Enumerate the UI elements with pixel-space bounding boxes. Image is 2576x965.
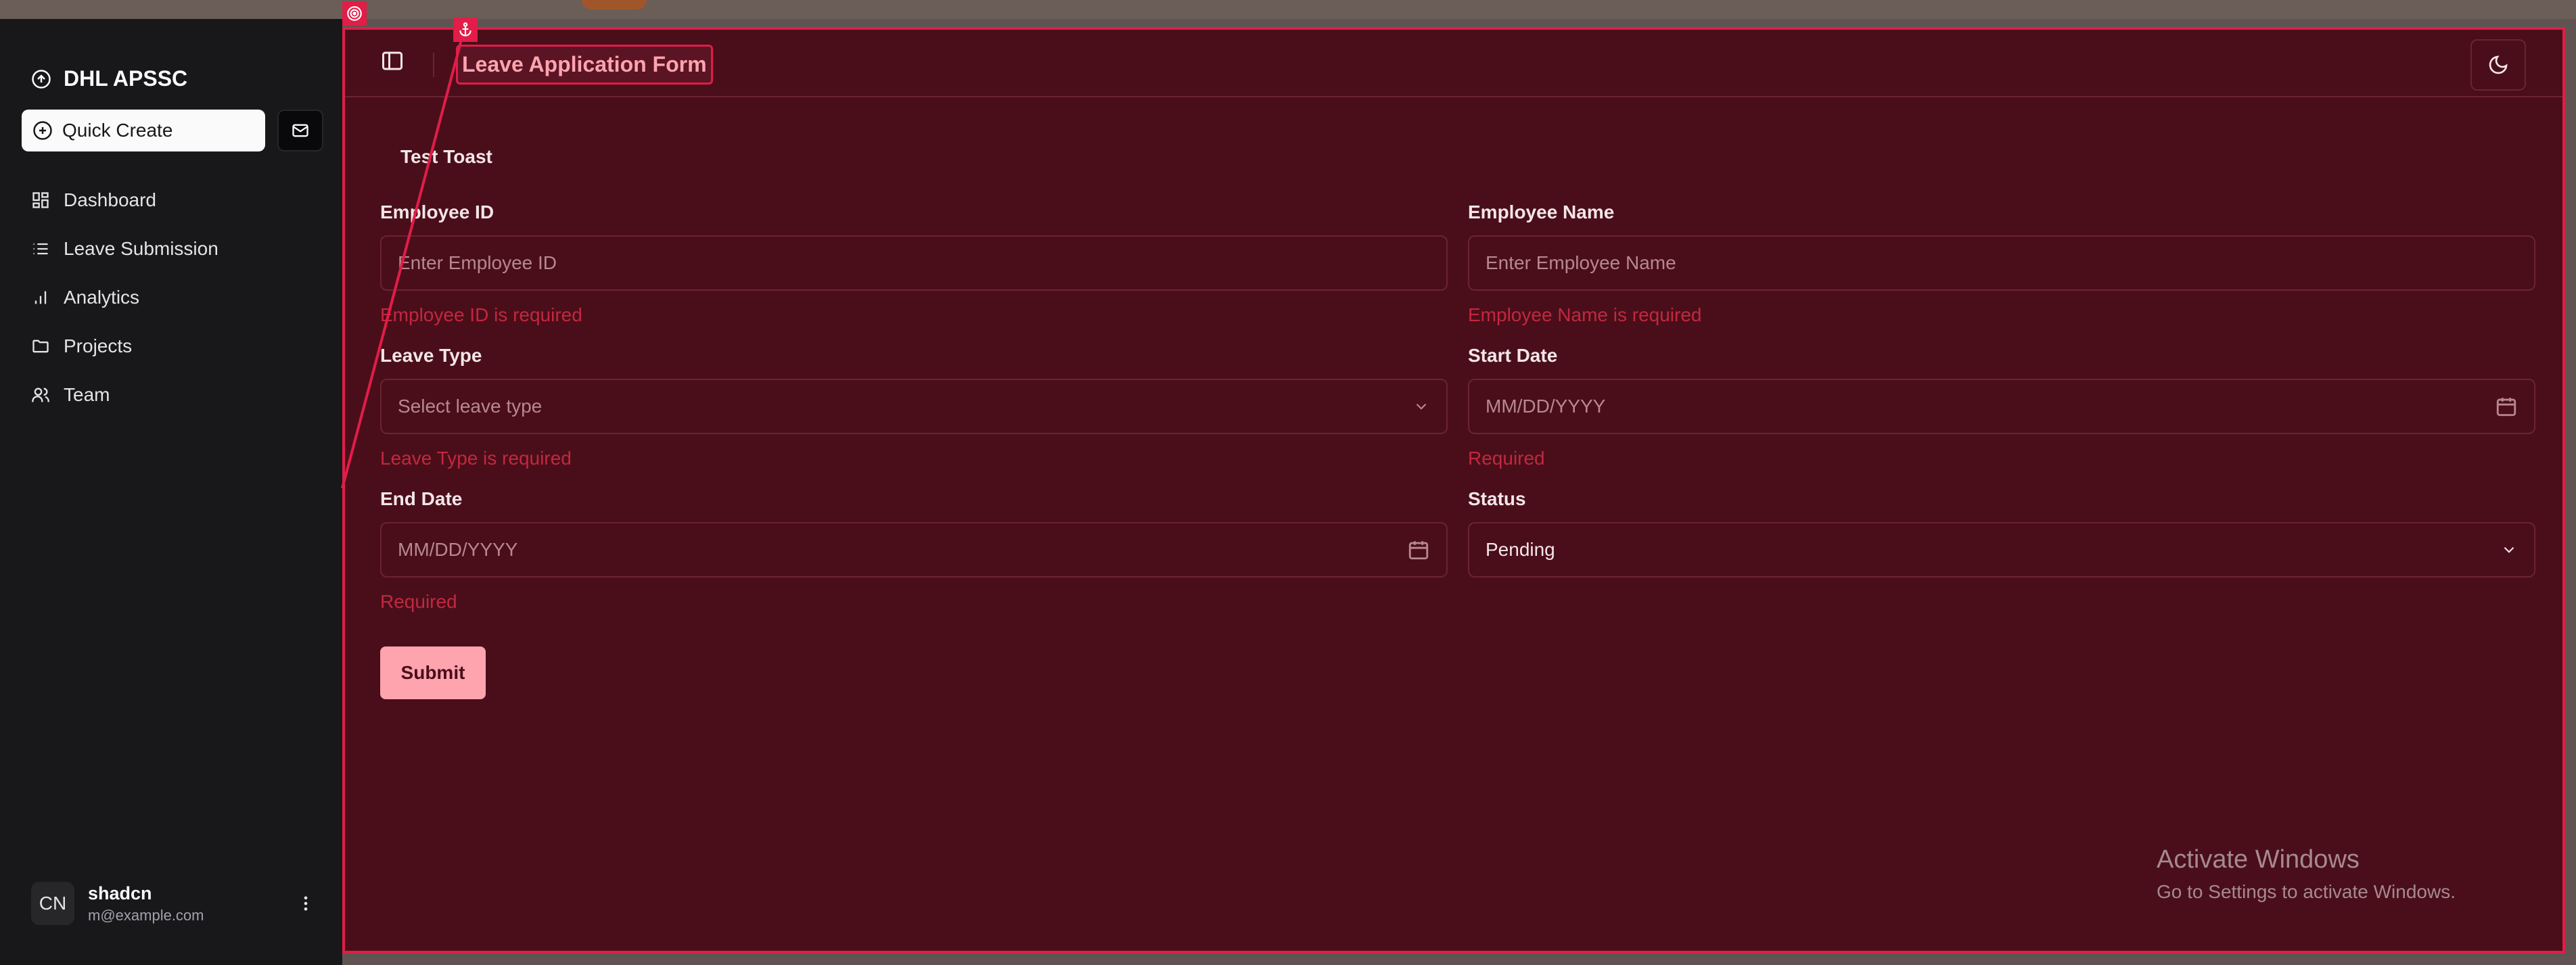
start-date-group: Start Date MM/DD/YYYY Required	[1468, 345, 2535, 469]
leave-type-error: Leave Type is required	[380, 448, 572, 469]
employee-id-error: Employee ID is required	[380, 304, 582, 325]
quick-create-row: Quick Create	[22, 110, 323, 151]
end-date-input[interactable]: MM/DD/YYYY	[380, 522, 1448, 578]
employee-name-error: Employee Name is required	[1468, 304, 1702, 325]
activate-windows-watermark: Activate Windows Go to Settings to activ…	[2157, 845, 2456, 903]
end-date-group: End Date MM/DD/YYYY Required	[380, 488, 1448, 613]
mail-icon	[291, 121, 310, 140]
folder-icon	[31, 337, 50, 356]
chevron-down-icon	[2500, 541, 2518, 559]
sidebar-item-label: Analytics	[64, 287, 140, 308]
quick-create-button[interactable]: Quick Create	[22, 110, 265, 151]
leave-type-group: Leave Type Select leave type Leave Type …	[380, 345, 1448, 469]
status-group: Status Pending	[1468, 488, 2535, 578]
sidebar-item-leave-submission[interactable]: Leave Submission	[31, 225, 218, 273]
leave-type-label: Leave Type	[380, 345, 482, 366]
theme-toggle-button[interactable]	[2470, 39, 2526, 91]
sidebar-item-team[interactable]: Team	[31, 371, 218, 419]
sidebar-item-label: Team	[64, 384, 110, 405]
status-value: Pending	[1486, 539, 1555, 560]
watermark-subtitle: Go to Settings to activate Windows.	[2157, 881, 2456, 902]
list-icon	[31, 239, 50, 258]
start-date-placeholder: MM/DD/YYYY	[1486, 396, 1606, 417]
start-date-error: Required	[1468, 448, 1545, 469]
plus-circle-icon	[32, 120, 53, 141]
sidebar-item-label: Leave Submission	[64, 238, 218, 259]
calendar-icon[interactable]	[2495, 395, 2518, 418]
user-menu[interactable]: CN shadcn m@example.com	[31, 882, 315, 925]
avatar: CN	[31, 882, 74, 925]
sidebar-item-analytics[interactable]: Analytics	[31, 273, 218, 322]
bar-chart-icon	[31, 288, 50, 307]
end-date-label: End Date	[380, 488, 463, 509]
end-date-placeholder: MM/DD/YYYY	[398, 539, 518, 560]
employee-name-label: Employee Name	[1468, 202, 1615, 222]
test-toast-button[interactable]: Test Toast	[400, 146, 492, 168]
header-divider	[433, 53, 434, 77]
employee-id-group: Employee ID Enter Employee ID Employee I…	[380, 202, 1448, 326]
inbox-button[interactable]	[277, 110, 323, 151]
start-date-input[interactable]: MM/DD/YYYY	[1468, 379, 2535, 434]
dashboard-icon	[31, 191, 50, 210]
target-icon	[342, 1, 367, 26]
brand[interactable]: DHL APSSC	[31, 66, 187, 91]
watermark-title: Activate Windows	[2157, 845, 2360, 874]
main-content: Leave Application Form Test Toast Employ…	[342, 27, 2565, 954]
quick-create-label: Quick Create	[62, 120, 173, 141]
sidebar-item-label: Dashboard	[64, 189, 156, 210]
employee-name-placeholder: Enter Employee Name	[1486, 252, 1676, 273]
chevron-down-icon	[1412, 398, 1430, 415]
user-info: shadcn m@example.com	[88, 883, 283, 924]
header-bar: Leave Application Form	[345, 30, 2562, 97]
employee-name-group: Employee Name Enter Employee Name Employ…	[1468, 202, 2535, 326]
sidebar-toggle-icon[interactable]	[380, 49, 405, 73]
user-email: m@example.com	[88, 906, 204, 924]
end-date-error: Required	[380, 591, 457, 612]
sidebar-item-label: Projects	[64, 335, 133, 356]
employee-name-input[interactable]: Enter Employee Name	[1468, 235, 2535, 291]
sidebar: DHL APSSC Quick Create Dashboard Leave S…	[0, 19, 342, 965]
employee-id-placeholder: Enter Employee ID	[398, 252, 557, 273]
sidebar-nav: Dashboard Leave Submission Analytics Pro…	[31, 176, 218, 419]
users-icon	[31, 385, 50, 404]
circle-arrow-up-icon	[31, 69, 51, 89]
sidebar-item-projects[interactable]: Projects	[31, 322, 218, 371]
user-name: shadcn	[88, 882, 152, 903]
employee-id-label: Employee ID	[380, 202, 495, 222]
calendar-icon[interactable]	[1407, 538, 1430, 561]
moon-icon	[2487, 54, 2509, 76]
leave-type-select[interactable]: Select leave type	[380, 379, 1448, 434]
page-title: Leave Application Form	[456, 45, 713, 85]
submit-button[interactable]: Submit	[380, 646, 486, 699]
brand-name: DHL APSSC	[64, 66, 188, 91]
start-date-label: Start Date	[1468, 345, 1558, 366]
more-vertical-icon[interactable]	[296, 894, 315, 913]
status-select[interactable]: Pending	[1468, 522, 2535, 578]
employee-id-input[interactable]: Enter Employee ID	[380, 235, 1448, 291]
anchor-icon	[453, 18, 478, 42]
leave-type-placeholder: Select leave type	[398, 396, 543, 417]
sidebar-item-dashboard[interactable]: Dashboard	[31, 176, 218, 225]
top-strip-marker	[582, 0, 647, 9]
status-label: Status	[1468, 488, 1526, 509]
browser-top-strip	[0, 0, 2576, 19]
